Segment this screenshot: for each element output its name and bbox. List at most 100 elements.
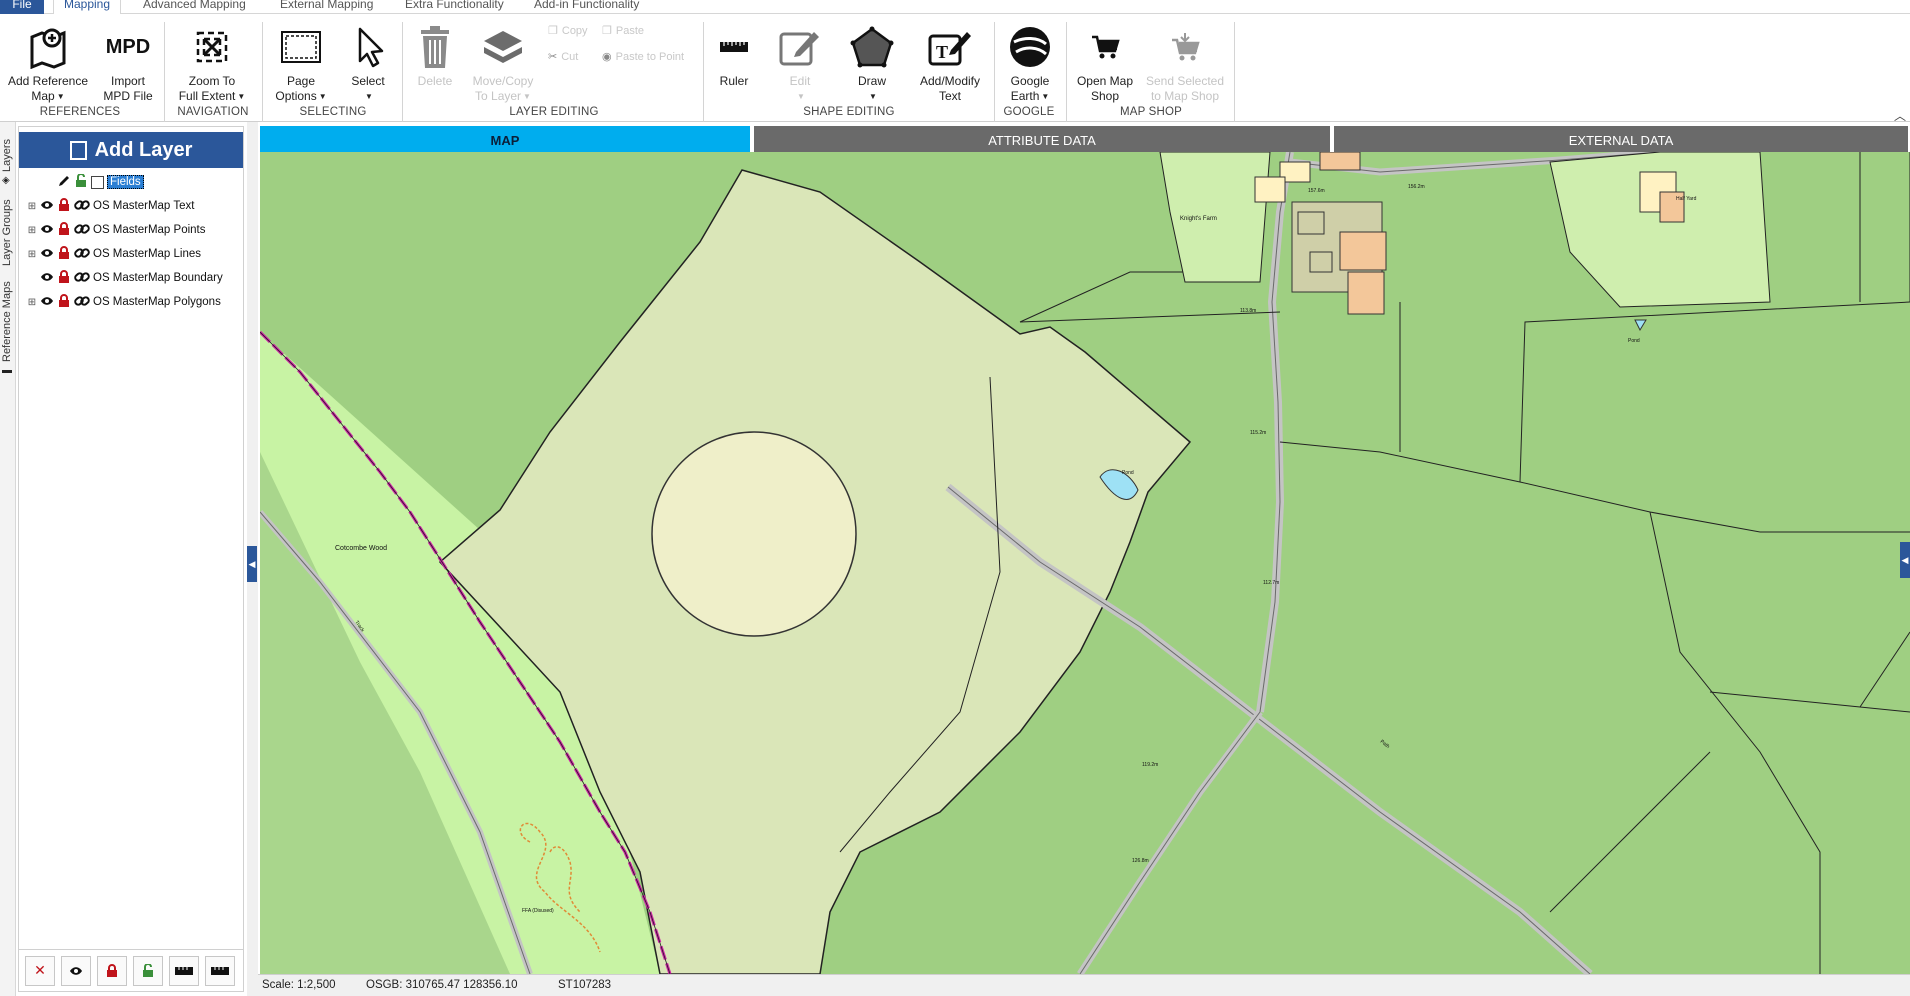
google-earth-button[interactable]: Google Earth ▼ <box>1000 20 1060 104</box>
layer-name[interactable]: OS MasterMap Polygons <box>93 296 221 308</box>
tab-external-mapping[interactable]: External Mapping <box>270 0 383 14</box>
cursor-arrow-icon <box>338 20 398 74</box>
expand-plus-icon[interactable]: ⊞ <box>27 249 37 260</box>
tab-map[interactable]: MAP <box>260 126 752 152</box>
draw-button[interactable]: Draw ▼ <box>846 20 898 104</box>
paste-button[interactable]: ❐ Paste <box>602 24 645 38</box>
layer-row[interactable]: ⊞ OS MasterMap Points <box>27 220 205 240</box>
group-label-references: REFERENCES <box>39 106 121 118</box>
locked-icon[interactable] <box>57 197 71 215</box>
unlock-all-layers-button[interactable] <box>133 955 163 986</box>
tab-extra-functionality[interactable]: Extra Functionality <box>395 0 514 14</box>
ruler-label: Ruler <box>719 74 749 88</box>
paste-label: Paste <box>615 24 645 37</box>
dropdown-caret-icon: ▼ <box>56 92 65 101</box>
tab-external-data[interactable]: EXTERNAL DATA <box>1334 126 1910 152</box>
expand-plus-icon[interactable]: ⊞ <box>27 201 37 212</box>
layer-name[interactable]: OS MasterMap Boundary <box>93 272 223 284</box>
eye-icon[interactable] <box>40 272 54 285</box>
status-scale: Scale: 1:2,500 <box>262 979 336 991</box>
hide-all-layers-button[interactable]: ✕ <box>25 955 55 986</box>
locked-icon[interactable] <box>57 293 71 311</box>
tab-advanced-mapping[interactable]: Advanced Mapping <box>133 0 256 14</box>
collapse-all-button[interactable] <box>169 955 199 986</box>
layer-name[interactable]: OS MasterMap Points <box>93 224 205 236</box>
copy-button[interactable]: ❐ Copy <box>548 24 588 38</box>
collapse-right-panel-icon[interactable]: ◀ <box>1900 542 1910 578</box>
show-all-layers-button[interactable] <box>61 955 91 986</box>
page-options-button[interactable]: Page Options ▼ <box>270 20 332 104</box>
side-tab-reference-maps[interactable]: Reference Maps <box>1 281 13 362</box>
side-tab-layer-groups[interactable]: Layer Groups <box>1 199 13 266</box>
locked-icon[interactable] <box>57 221 71 239</box>
lock-all-layers-button[interactable] <box>97 955 127 986</box>
locked-icon[interactable] <box>57 269 71 287</box>
map-label-spot3: 115.2m <box>1250 430 1266 436</box>
status-coordinates: OSGB: 310765.47 128356.10 <box>366 979 518 991</box>
send-selected-label-1: Send Selected <box>1145 74 1225 88</box>
group-label-navigation: NAVIGATION <box>177 106 249 118</box>
layer-row[interactable]: ⊞ OS MasterMap Polygons <box>27 292 221 312</box>
add-layer-button[interactable]: Add Layer <box>19 132 243 168</box>
send-selected-label-2: to Map Shop <box>1150 89 1220 103</box>
eye-icon[interactable] <box>40 200 54 213</box>
circle-shape[interactable] <box>651 431 857 637</box>
pencil-square-icon <box>776 20 824 74</box>
add-reference-map-button[interactable]: Add Reference Map ▼ <box>6 20 90 104</box>
pentagon-icon <box>846 20 898 74</box>
ruler-button[interactable]: Ruler <box>710 20 758 89</box>
expand-all-button[interactable] <box>205 955 235 986</box>
ribbon-separator <box>262 22 263 122</box>
send-selected-to-map-shop-button[interactable]: Send Selected to Map Shop <box>1142 20 1228 104</box>
google-earth-label-1: Google <box>1010 74 1050 88</box>
dropdown-caret-icon: ▼ <box>365 92 373 101</box>
side-tab-layers[interactable]: Layers <box>1 139 13 172</box>
add-modify-text-button[interactable]: T Add/Modify Text <box>910 20 990 104</box>
svg-text:T: T <box>936 42 948 62</box>
add-layer-label: Add Layer <box>94 138 193 161</box>
layer-name[interactable]: Fields <box>107 175 144 189</box>
open-map-shop-button[interactable]: Open Map Shop <box>1072 20 1138 104</box>
panel-splitter[interactable]: ◀ <box>247 122 258 996</box>
eye-icon[interactable] <box>40 224 54 237</box>
dropdown-caret-icon: ▼ <box>237 92 246 101</box>
move-copy-to-layer-button[interactable]: Move/Copy To Layer ▼ <box>466 20 540 104</box>
edit-button[interactable]: Edit ▼ <box>776 20 824 104</box>
unlocked-icon[interactable] <box>74 172 88 191</box>
cut-button[interactable]: ✂ Cut <box>548 50 578 64</box>
layer-row[interactable]: ⊞ OS MasterMap Text <box>27 196 194 216</box>
zoom-label-2: Full Extent <box>178 89 236 103</box>
delete-button[interactable]: Delete <box>410 20 460 89</box>
file-menu-tab[interactable]: File <box>0 0 44 14</box>
paste-to-point-button[interactable]: ◉ Paste to Point <box>602 50 685 64</box>
layer-name[interactable]: OS MasterMap Lines <box>93 248 201 260</box>
tab-add-in-functionality[interactable]: Add-in Functionality <box>524 0 649 14</box>
layer-row[interactable]: ⊞ OS MasterMap Lines <box>27 244 201 264</box>
map-label-pond1: Pond <box>1122 470 1134 476</box>
eye-icon[interactable] <box>40 248 54 261</box>
layer-row[interactable]: Fields <box>27 172 144 192</box>
tab-mapping[interactable]: Mapping <box>53 0 122 14</box>
google-earth-label-2: Earth <box>1010 89 1040 103</box>
eye-icon[interactable] <box>40 296 54 309</box>
expand-plus-icon[interactable]: ⊞ <box>27 225 37 236</box>
paste-to-point-label: Paste to Point <box>615 50 685 63</box>
select-button[interactable]: Select ▼ <box>338 20 398 104</box>
locked-icon[interactable] <box>57 245 71 263</box>
map-canvas[interactable]: Cotcombe Wood Knight's Farm Pond Pond 11… <box>260 152 1910 974</box>
tab-attribute-data[interactable]: ATTRIBUTE DATA <box>754 126 1332 152</box>
map-label-ffa: FFA (Disused) <box>522 908 554 914</box>
map-label-spot4: 119.2m <box>1142 762 1158 768</box>
group-label-google: GOOGLE <box>1003 106 1055 118</box>
layer-panel-toolbar: ✕ <box>19 949 243 991</box>
pencil-icon[interactable] <box>57 174 71 191</box>
trash-icon <box>410 20 460 74</box>
import-mpd-file-button[interactable]: MPD Import MPD File <box>96 20 160 104</box>
zoom-full-extent-button[interactable]: Zoom To Full Extent ▼ <box>172 20 252 104</box>
expand-plus-icon[interactable]: ⊞ <box>27 297 37 308</box>
layer-name[interactable]: OS MasterMap Text <box>93 200 194 212</box>
map-svg[interactable]: Cotcombe Wood Knight's Farm Pond Pond 11… <box>260 152 1910 974</box>
collapse-left-panel-icon[interactable]: ◀ <box>247 546 257 582</box>
layer-row[interactable]: OS MasterMap Boundary <box>27 268 223 288</box>
collapse-ribbon-chevron-icon[interactable]: ︿ <box>1894 107 1906 124</box>
